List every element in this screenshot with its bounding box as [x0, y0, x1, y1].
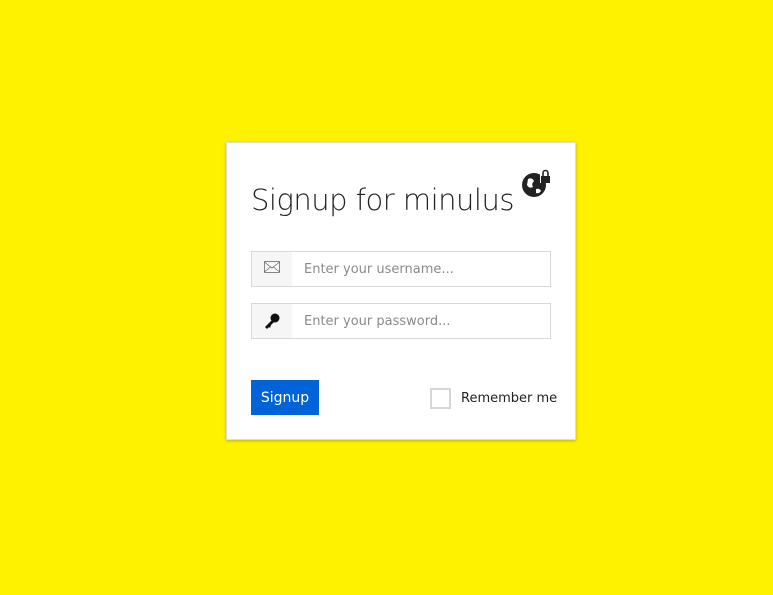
- password-field: [251, 303, 551, 339]
- envelope-icon: 🖂︎: [252, 252, 292, 286]
- remember-checkbox[interactable]: [430, 388, 451, 409]
- username-field: 🖂︎: [251, 251, 551, 287]
- key-icon: [252, 304, 292, 338]
- signup-button[interactable]: Signup: [251, 380, 319, 415]
- signup-card: Signup for minulus 🖂︎ Signup Remember me: [226, 142, 576, 440]
- globe-lock-icon: [522, 169, 551, 197]
- username-input[interactable]: [292, 252, 550, 286]
- remember-label: Remember me: [461, 391, 558, 406]
- remember-me[interactable]: Remember me: [430, 388, 557, 409]
- page-title: Signup for minulus: [251, 183, 514, 217]
- password-input[interactable]: [292, 304, 550, 338]
